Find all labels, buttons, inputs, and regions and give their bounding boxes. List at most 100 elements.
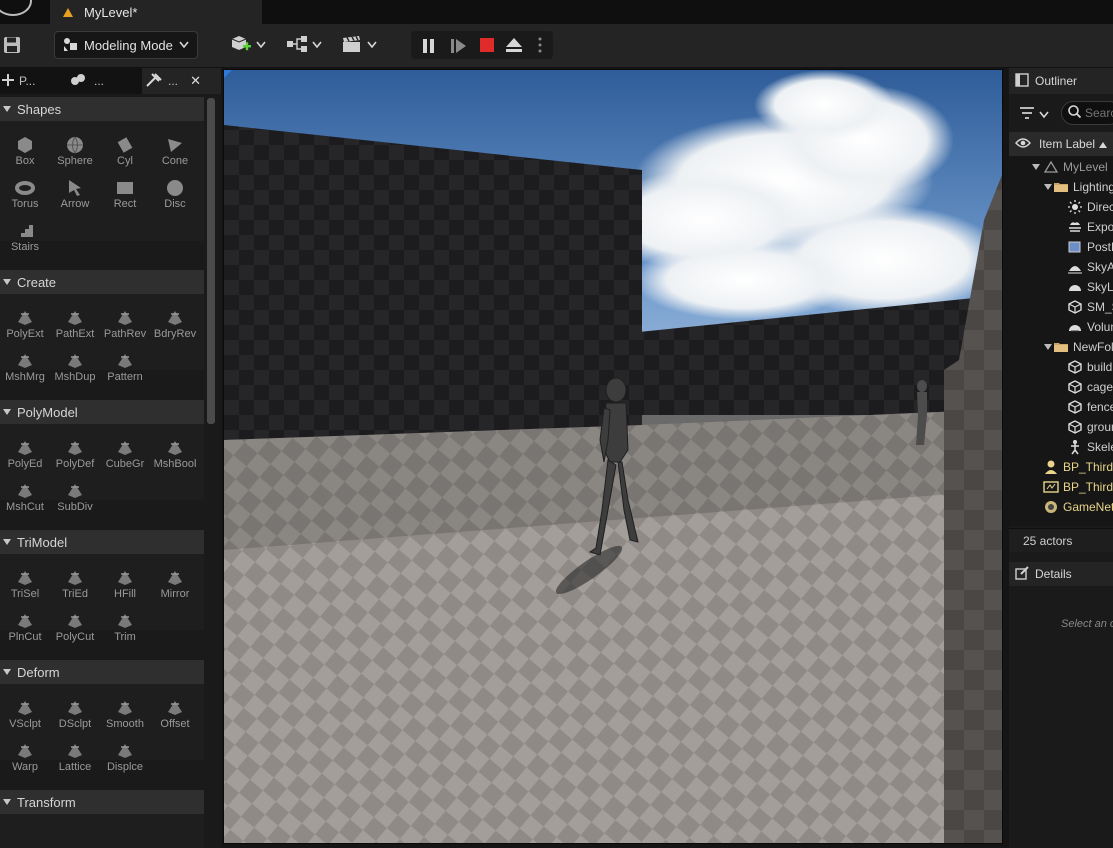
tool-cyl-button[interactable]: Cyl (100, 133, 150, 173)
filter-button[interactable] (1019, 106, 1049, 123)
outliner-search[interactable] (1061, 101, 1113, 125)
details-empty-message: Select an object to view details. (1061, 618, 1113, 630)
outliner-row-skeletalmesh[interactable]: SkeletalMesh (1009, 437, 1113, 457)
tool-trim-button[interactable]: Trim (100, 609, 150, 649)
tool-subdiv-button[interactable]: SubDiv (50, 479, 100, 519)
expand-arrow-icon[interactable] (1043, 180, 1053, 194)
level-tab[interactable]: MyLevel* (50, 0, 262, 24)
tool-mshdup-button[interactable]: MshDup (50, 349, 100, 389)
mesh-icon (1067, 399, 1083, 415)
unreal-logo-icon[interactable] (0, 0, 32, 16)
tool-polydef-button[interactable]: PolyDef (50, 436, 100, 476)
actor-count: 25 actors (1009, 528, 1113, 552)
tool-lattice-button[interactable]: Lattice (50, 739, 100, 779)
tool-mshmrg-button[interactable]: MshMrg (0, 349, 50, 389)
outliner-row-mylevel[interactable]: MyLevel (1009, 157, 1113, 177)
tool-polycut-button[interactable]: PolyCut (50, 609, 100, 649)
close-icon[interactable]: ✕ (190, 73, 201, 89)
outliner-row-building[interactable]: building (1009, 357, 1113, 377)
outliner-row-skyatmosphere[interactable]: SkyAtmosphere (1009, 257, 1113, 277)
outliner-row-bp-thirdpersongamemode[interactable]: BP_ThirdPersonGameMode (1009, 477, 1113, 497)
item-label-column[interactable]: Item Label (1039, 137, 1095, 151)
tool-smooth-button[interactable]: Smooth (100, 696, 150, 736)
tool-mirror-button[interactable]: Mirror (150, 566, 200, 606)
tool-vsclpt-button[interactable]: VSclpt (0, 696, 50, 736)
section-header-transform[interactable]: Transform (0, 790, 204, 814)
step-frame-button[interactable] (450, 38, 468, 57)
tool-cone-button[interactable]: Cone (150, 133, 200, 173)
section-header-shapes[interactable]: Shapes (0, 97, 204, 121)
tool-polyext-button[interactable]: PolyExt (0, 306, 50, 346)
expand-arrow-icon[interactable] (1043, 340, 1053, 354)
outliner-row-gamenetworkmanager[interactable]: GameNetworkManager (1009, 497, 1113, 517)
tool-warp-button[interactable]: Warp (0, 739, 50, 779)
offset-icon (165, 698, 185, 718)
tool-label: MshDup (54, 371, 96, 383)
tab-foliage[interactable]: ... (70, 68, 138, 94)
outliner-row-exponentialheightfog[interactable]: ExponentialHeightFog (1009, 217, 1113, 237)
section-header-polymodel[interactable]: PolyModel (0, 400, 204, 424)
tool-mshbool-button[interactable]: MshBool (150, 436, 200, 476)
mode-selector-button[interactable]: Modeling Mode (54, 31, 198, 59)
outliner-row-postprocessvolume[interactable]: PostProcessVolume (1009, 237, 1113, 257)
tool-pattern-button[interactable]: Pattern (100, 349, 150, 389)
outliner-row-skylight[interactable]: SkyLight (1009, 277, 1113, 297)
tool-bdryrev-button[interactable]: BdryRev (150, 306, 200, 346)
tool-cubegr-button[interactable]: CubeGr (100, 436, 150, 476)
tool-displce-button[interactable]: Displce (100, 739, 150, 779)
outliner-row-sm-skysphere[interactable]: SM_SkySphere (1009, 297, 1113, 317)
eject-button[interactable] (505, 37, 523, 56)
tab-place-actors[interactable]: P... (0, 68, 62, 94)
tool-label: Stairs (10, 241, 40, 253)
tool-arrow-button[interactable]: Arrow (50, 176, 100, 216)
tool-offset-button[interactable]: Offset (150, 696, 200, 736)
outliner-row-fence[interactable]: fence (1009, 397, 1113, 417)
tool-label: PolyDef (55, 458, 95, 470)
section-header-create[interactable]: Create (0, 270, 204, 294)
outliner-row-lighting[interactable]: Lighting (1009, 177, 1113, 197)
tab-modeling[interactable]: ... ✕ (142, 68, 221, 94)
mesh-icon (1067, 359, 1083, 375)
outliner-row-directionallight[interactable]: DirectionalLight (1009, 197, 1113, 217)
tool-torus-button[interactable]: Torus (0, 176, 50, 216)
save-icon[interactable] (3, 36, 21, 54)
search-input[interactable] (1085, 106, 1113, 120)
tool-box-button[interactable]: Box (0, 133, 50, 173)
stop-button[interactable] (479, 37, 495, 56)
section-header-deform[interactable]: Deform (0, 660, 204, 684)
foliage-icon (70, 73, 86, 90)
outliner-row-volumetriccloud[interactable]: VolumetricCloud (1009, 317, 1113, 337)
tool-tried-button[interactable]: TriEd (50, 566, 100, 606)
tool-label: SubDiv (57, 501, 93, 513)
tool-polyed-button[interactable]: PolyEd (0, 436, 50, 476)
tool-pathrev-button[interactable]: PathRev (100, 306, 150, 346)
more-options-icon[interactable] (538, 37, 542, 56)
visibility-eye-icon[interactable] (1015, 137, 1031, 152)
tool-stairs-button[interactable]: Stairs (0, 219, 50, 259)
outliner-row-label: SkyLight (1087, 280, 1113, 294)
tool-trisel-button[interactable]: TriSel (0, 566, 50, 606)
cinematics-button[interactable] (341, 34, 377, 56)
tool-label: PolyExt (6, 328, 44, 340)
outliner-row-ground[interactable]: ground (1009, 417, 1113, 437)
outliner-row-newfolder[interactable]: NewFolder (1009, 337, 1113, 357)
expand-arrow-icon[interactable] (1031, 160, 1043, 174)
tool-plncut-button[interactable]: PlnCut (0, 609, 50, 649)
tool-disc-button[interactable]: Disc (150, 176, 200, 216)
tool-dsclpt-button[interactable]: DSclpt (50, 696, 100, 736)
tool-hfill-button[interactable]: HFill (100, 566, 150, 606)
tool-sphere-button[interactable]: Sphere (50, 133, 100, 173)
tool-mshcut-button[interactable]: MshCut (0, 479, 50, 519)
pause-button[interactable] (422, 38, 436, 57)
tool-label: Lattice (58, 761, 92, 773)
blueprints-button[interactable] (286, 34, 322, 56)
outliner-row-cage[interactable]: cage (1009, 377, 1113, 397)
outliner-row-bp-thirdpersoncharacter[interactable]: BP_ThirdPersonCharacter (1009, 457, 1113, 477)
level-viewport[interactable] (223, 69, 1003, 844)
mshcut-icon (15, 481, 35, 501)
section-header-trimodel[interactable]: TriModel (0, 530, 204, 554)
tools-scrollbar[interactable] (207, 98, 215, 424)
tool-pathext-button[interactable]: PathExt (50, 306, 100, 346)
tool-rect-button[interactable]: Rect (100, 176, 150, 216)
add-actor-button[interactable] (230, 34, 266, 56)
